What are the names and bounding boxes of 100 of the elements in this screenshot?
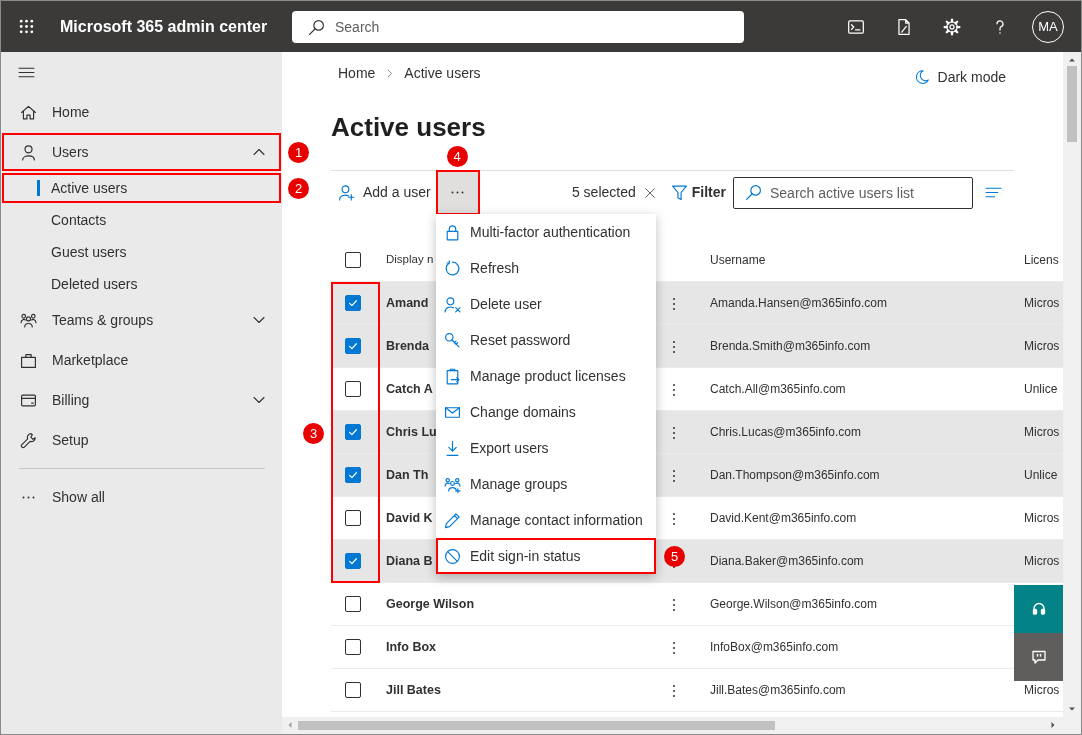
headset-icon [1030,601,1047,617]
waffle-icon [17,18,35,35]
more-icon [22,495,35,499]
username-cell-text: Catch.All@m365info.com [709,381,847,398]
menu-item[interactable]: Change domains [436,394,656,430]
settings-icon[interactable] [943,17,961,36]
row-checkbox[interactable] [345,510,361,526]
user-name[interactable]: Jill Bates [375,680,655,700]
pencil-icon [444,511,461,529]
row-checkbox[interactable] [345,639,361,655]
row-checkbox[interactable] [345,424,361,440]
check-icon [347,469,359,481]
username-cell-text: Brenda.Smith@m365info.com [709,338,872,355]
breadcrumb-link[interactable]: Home [338,62,376,84]
people-icon [444,475,461,493]
menu-item[interactable]: Manage product licenses [436,358,656,394]
license-cell-text: Unlice [1023,381,1059,398]
menu-item[interactable]: Export users [436,430,656,466]
row-checkbox[interactable] [345,682,361,698]
menu-item[interactable]: Multi-factor authentication [436,214,656,250]
username-cell-text: Jill.Bates@m365info.com [709,682,847,699]
menu-item[interactable]: Manage contact information [436,502,656,538]
username-cell-text: George.Wilson@m365info.com [709,596,878,613]
search-field[interactable]: Search active users list [733,176,973,209]
nav-item[interactable]: Show all [1,477,282,517]
clipboard-icon [444,367,461,385]
step-marker: 4 [446,146,468,167]
username-cell-text: Dan.Thompson@m365info.com [709,467,881,484]
column-header[interactable]: Licens [1015,251,1063,269]
person-remove-icon [444,295,461,313]
filter-button[interactable]: Filter [670,182,726,203]
check-icon [347,426,359,438]
license-cell-text: Micros [1023,682,1061,699]
lock-icon [444,223,461,241]
search-icon [745,183,762,201]
feedback-button[interactable] [1014,633,1063,681]
chat-icon [1030,649,1047,665]
user-name[interactable]: Info Box [375,637,655,657]
license-cell-text: Unlice [1023,467,1059,484]
license-cell-text: Micros [1023,295,1061,312]
scrollbar-thumb[interactable] [298,721,775,730]
app-title: Microsoft 365 admin center [60,16,269,37]
dark-mode-toggle[interactable]: Dark mode [937,66,1006,88]
person-add-icon [338,184,355,201]
nav-item[interactable]: Deleted users [1,268,282,300]
nav-item[interactable]: Contacts [1,204,282,236]
page-title: Active users [331,111,487,144]
menu-item[interactable]: Reset password [436,322,656,358]
bag-icon [20,351,37,369]
user-name[interactable]: George Wilson [375,594,655,614]
prohibited-icon [444,547,461,565]
username-cell-text: David.Kent@m365info.com [709,510,858,527]
menu-item[interactable]: Refresh [436,250,656,286]
menu-item[interactable]: Manage groups [436,466,656,502]
column-header[interactable]: Username [692,251,1015,269]
license-cell-text: Micros [1023,553,1061,570]
check-icon [347,555,359,567]
close-icon[interactable] [642,185,657,200]
support-button[interactable] [1014,585,1063,633]
breadcrumb-current: Active users [404,63,481,83]
row-checkbox[interactable] [345,596,361,612]
nav-item[interactable]: Home [1,92,282,132]
add-user-button[interactable]: Add a user [338,171,431,214]
horizontal-scrollbar[interactable] [282,717,1081,734]
row-checkbox[interactable] [345,338,361,354]
terminal-icon[interactable] [847,17,865,36]
row-checkbox[interactable] [345,381,361,397]
scrollbar-thumb[interactable] [1067,66,1077,142]
username-cell-text: Amanda.Hansen@m365info.com [709,295,888,312]
row-checkbox[interactable] [345,295,361,311]
step-marker: 3 [303,422,324,444]
vertical-scrollbar[interactable] [1063,52,1081,717]
people-icon [20,311,37,329]
nav-item[interactable]: Marketplace [1,340,282,380]
search-icon [308,18,325,36]
home-icon [20,103,37,121]
step-marker: 1 [288,142,309,163]
step-marker: 2 [288,178,309,199]
refresh-icon [444,259,461,277]
nav-item[interactable]: Setup [1,420,282,460]
selection-count: 5 selected [571,183,636,202]
wrench-icon [20,431,37,449]
nav-item[interactable]: Guest users [1,236,282,268]
nav-item[interactable]: Teams & groups [1,300,282,340]
license-cell-text: Micros [1023,338,1061,355]
license-cell-text: Micros [1023,510,1061,527]
download-icon [444,439,461,457]
search-field[interactable]: Search [292,10,744,43]
filter-icon [670,184,688,201]
username-cell-text: Diana.Baker@m365info.com [709,553,865,570]
row-checkbox[interactable] [345,467,361,483]
document-icon[interactable] [895,17,913,36]
menu-item[interactable]: Delete user [436,286,656,322]
check-icon [347,340,359,352]
nav-item[interactable]: Billing [1,380,282,420]
select-all-checkbox[interactable] [345,252,361,268]
row-checkbox[interactable] [345,553,361,569]
more-icon [451,191,465,194]
moon-icon [913,69,930,85]
license-cell-text: Micros [1023,424,1061,441]
